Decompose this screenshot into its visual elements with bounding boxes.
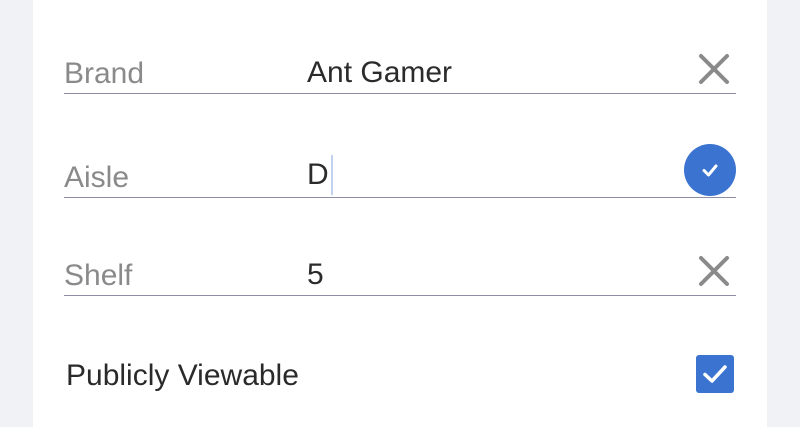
shelf-clear-button[interactable] — [696, 253, 732, 289]
shelf-label: Shelf — [64, 259, 133, 292]
close-icon — [699, 256, 729, 286]
publicly-viewable-row[interactable]: Publicly Viewable — [66, 350, 734, 400]
publicly-viewable-checkbox[interactable] — [696, 355, 734, 393]
brand-underline — [64, 93, 736, 94]
check-circle-icon — [702, 164, 718, 177]
aisle-field[interactable]: D — [307, 155, 333, 195]
publicly-viewable-label: Publicly Viewable — [66, 359, 299, 392]
close-icon — [699, 54, 729, 84]
brand-row[interactable]: Brand Ant Gamer — [64, 34, 736, 94]
brand-clear-button[interactable] — [696, 51, 732, 87]
checkbox-checked-icon — [703, 365, 727, 383]
aisle-label: Aisle — [64, 161, 130, 194]
aisle-row[interactable]: Aisle D — [64, 138, 736, 198]
shelf-field[interactable]: 5 — [307, 257, 324, 293]
text-cursor — [330, 155, 333, 195]
brand-field[interactable]: Ant Gamer — [307, 55, 452, 91]
edit-item-card: Brand Ant Gamer Aisle D Shelf 5 Publicly… — [33, 0, 767, 427]
brand-label: Brand — [64, 57, 145, 90]
shelf-underline — [64, 295, 736, 296]
aisle-underline — [64, 197, 736, 198]
brand-value: Ant Gamer — [307, 56, 453, 89]
aisle-value: D — [307, 158, 329, 191]
aisle-confirm-button[interactable] — [684, 144, 736, 196]
shelf-value: 5 — [307, 258, 324, 291]
shelf-row[interactable]: Shelf 5 — [64, 236, 736, 296]
